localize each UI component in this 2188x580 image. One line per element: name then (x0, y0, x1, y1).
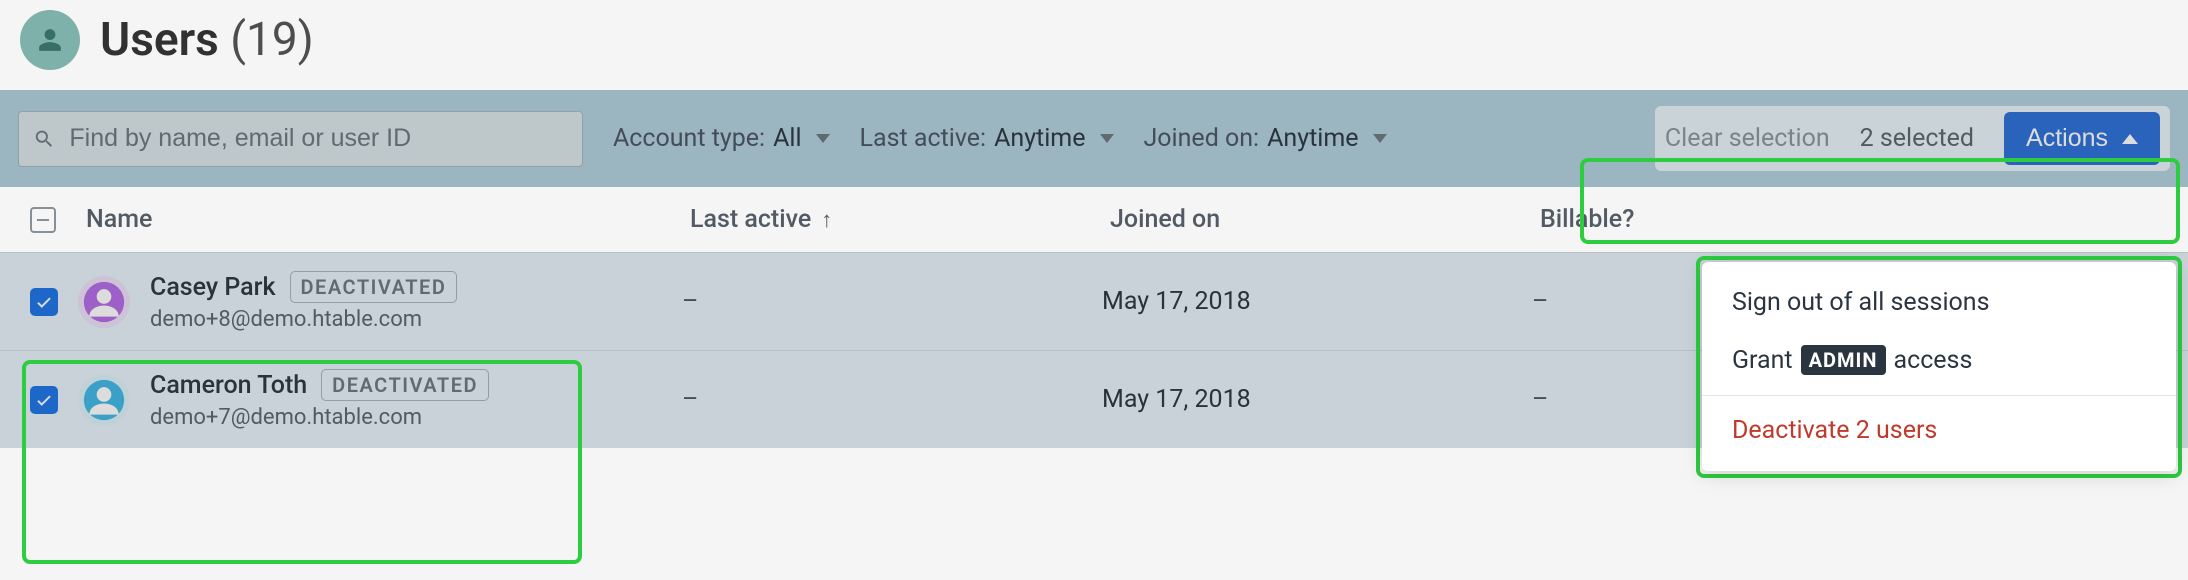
users-icon (20, 10, 80, 70)
deactivated-badge: DEACTIVATED (321, 369, 489, 401)
chevron-down-icon (1373, 134, 1387, 143)
filter-label: Joined on: (1144, 124, 1260, 153)
page-title: Users (19) (100, 13, 314, 67)
search-box[interactable] (18, 111, 583, 167)
search-icon (33, 127, 55, 151)
dropdown-deactivate[interactable]: Deactivate 2 users (1702, 395, 2176, 459)
page-header: Users (19) (0, 0, 2188, 90)
cell-joined-on: May 17, 2018 (1102, 385, 1532, 414)
column-last-active-label: Last active (690, 205, 811, 234)
filter-value: Anytime (1267, 124, 1358, 153)
actions-button[interactable]: Actions (2004, 112, 2160, 165)
deactivated-badge: DEACTIVATED (290, 271, 458, 303)
column-joined-on[interactable]: Joined on (1110, 205, 1540, 234)
column-name[interactable]: Name (86, 205, 690, 234)
avatar (78, 276, 130, 328)
table-header: Name Last active ↑ Joined on Billable? (0, 187, 2188, 252)
filter-label: Account type: (613, 124, 765, 153)
filter-value: Anytime (994, 124, 1085, 153)
actions-label: Actions (2026, 124, 2108, 153)
chevron-up-icon (2122, 134, 2138, 144)
toolbar: Account type: All Last active: Anytime J… (0, 90, 2188, 187)
user-name: Cameron Toth (150, 371, 307, 400)
grant-prefix: Grant (1732, 346, 1793, 375)
search-input[interactable] (69, 124, 568, 153)
row-checkbox[interactable] (30, 288, 58, 316)
selected-count: 2 selected (1860, 124, 1974, 153)
page-title-count: (19) (230, 13, 313, 67)
cell-last-active: – (682, 385, 1102, 414)
select-all-checkbox[interactable] (30, 207, 56, 233)
row-checkbox[interactable] (30, 386, 58, 414)
avatar (78, 374, 130, 426)
dropdown-sign-out[interactable]: Sign out of all sessions (1702, 274, 2176, 331)
user-name: Casey Park (150, 273, 276, 302)
page-title-text: Users (100, 13, 219, 67)
clear-selection-button[interactable]: Clear selection (1665, 124, 1830, 153)
cell-last-active: – (682, 287, 1102, 316)
admin-badge: ADMIN (1801, 345, 1886, 375)
user-email: demo+7@demo.htable.com (150, 405, 489, 430)
cell-joined-on: May 17, 2018 (1102, 287, 1532, 316)
column-last-active[interactable]: Last active ↑ (690, 205, 1110, 234)
filter-account-type[interactable]: Account type: All (613, 124, 830, 153)
chevron-down-icon (1100, 134, 1114, 143)
column-billable[interactable]: Billable? (1540, 205, 1740, 234)
filter-joined-on[interactable]: Joined on: Anytime (1144, 124, 1387, 153)
grant-suffix: access (1894, 346, 1973, 375)
filter-last-active[interactable]: Last active: Anytime (860, 124, 1114, 153)
user-email: demo+8@demo.htable.com (150, 307, 457, 332)
dropdown-grant-admin[interactable]: Grant ADMIN access (1702, 331, 2176, 389)
sort-ascending-icon: ↑ (821, 207, 832, 233)
chevron-down-icon (816, 134, 830, 143)
actions-dropdown: Sign out of all sessions Grant ADMIN acc… (1702, 262, 2176, 471)
filter-label: Last active: (860, 124, 987, 153)
filter-value: All (773, 124, 801, 153)
